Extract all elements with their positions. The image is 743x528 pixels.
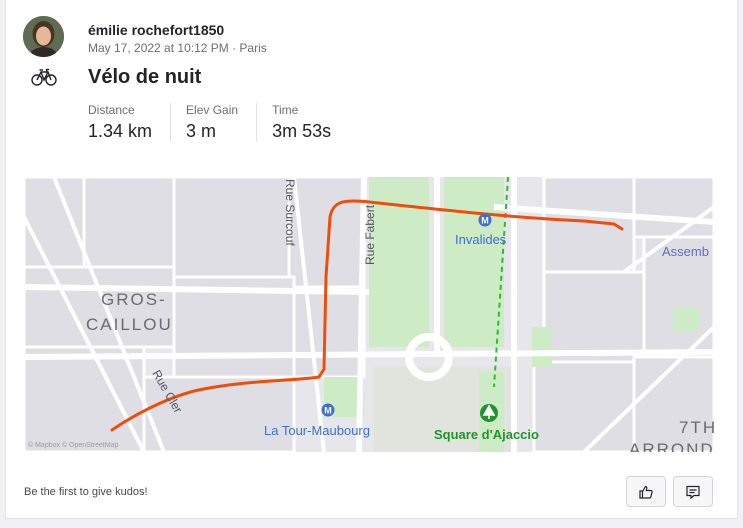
stat-label: Distance [88,103,135,117]
map-label-assemb: Assemb [662,244,709,259]
activity-title[interactable]: Vélo de nuit [88,66,201,89]
athlete-name[interactable]: émilie rochefort1850 [88,22,224,38]
map-label-arrondis: ARRONDIS [629,440,714,452]
map-label-7th: 7TH [679,418,714,437]
athlete-avatar[interactable] [23,16,64,57]
stat-label: Elev Gain [186,103,239,117]
stat-distance: Distance 1.34 km [88,103,170,142]
svg-text:M: M [481,216,489,226]
stat-label: Time [272,103,299,117]
activity-date-location: May 17, 2022 at 10:12 PM · Paris [88,41,267,55]
park-tree-icon [480,404,498,422]
map-label-rue-fabert: Rue Fabert [363,204,377,265]
avatar-photo [23,16,64,57]
map-label-rue-surcouf: Rue Surcouf [283,179,297,246]
svg-text:M: M [324,406,332,416]
stat-value: 1.34 km [88,121,153,141]
map-canvas[interactable]: M M GROS- CAILLOU Rue Surcouf Rue Fabert… [24,177,714,452]
kudos-button[interactable] [626,476,666,507]
thumbs-up-icon [639,485,653,499]
map-label-caillou: CAILLOU [86,315,173,334]
stats-row: Distance 1.34 km Elev Gain 3 m Time 3m 5… [88,103,349,142]
stat-elev-gain: Elev Gain 3 m [170,103,256,142]
bike-icon [30,66,58,88]
stat-value: 3m 53s [272,121,332,141]
stat-value: 3 m [186,121,217,141]
route-map[interactable]: M M GROS- CAILLOU Rue Surcouf Rue Fabert… [24,177,714,452]
map-label-invalides: Invalides [455,232,507,247]
comment-button[interactable] [673,476,713,507]
map-attribution[interactable]: © Mapbox © OpenStreetMap [28,441,119,449]
kudos-prompt[interactable]: Be the first to give kudos! [24,486,148,498]
map-label-la-tour-maubourg: La Tour-Maubourg [264,423,370,438]
map-label-square-ajaccio: Square d'Ajaccio [434,427,539,442]
stat-time: Time 3m 53s [256,103,349,142]
metro-invalides-icon: M [478,213,492,227]
metro-la-tour-maubourg-icon: M [321,403,335,417]
activity-card: émilie rochefort1850 May 17, 2022 at 10:… [5,0,738,519]
comment-icon [686,485,700,499]
map-label-gros: GROS- [101,290,167,309]
